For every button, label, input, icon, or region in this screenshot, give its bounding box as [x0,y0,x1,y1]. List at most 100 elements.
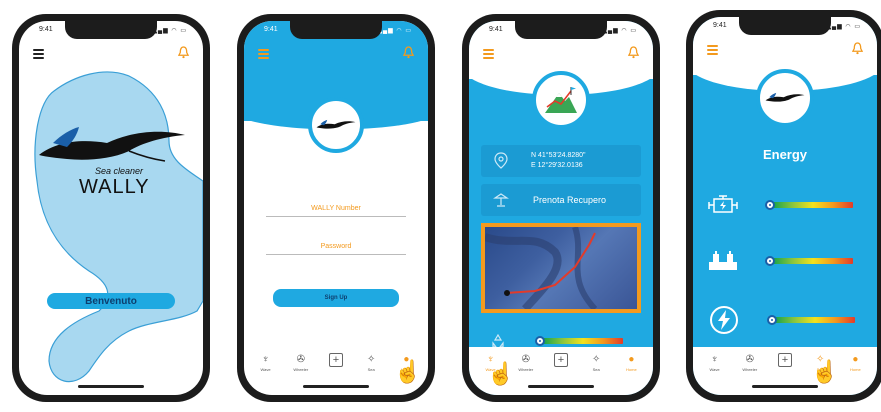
tab-wheeler[interactable]: ✇ Wheeler [512,353,540,373]
phone-welcome: 9:41 ▂▄▆ ◠ ▭ Sea cleaner WALLY Benvenuto [12,14,210,402]
brand-tagline: Sea cleaner [95,166,144,176]
welcome-screen: 9:41 ▂▄▆ ◠ ▭ Sea cleaner WALLY Benvenuto [19,21,203,395]
phone-login: 9:41 ▂▄▆ ◠ ▭ WALLY Number Password Sign … [237,14,435,402]
bell-icon[interactable] [178,46,189,59]
mountain-badge [532,71,590,129]
map-route [485,227,598,309]
engine-energy-row[interactable] [693,193,877,217]
bell-icon[interactable] [852,42,863,55]
home-icon: ● [628,353,635,365]
level-gradient-bar [773,258,853,264]
phone-position: 9:41 ▂▄▆ ◠ ▭ N 41°53'24.8280" E 12°29'32… [462,14,660,402]
route-map[interactable] [481,223,641,313]
tab-label: Wave [260,367,271,372]
status-icons: ▂▄▆ ◠ ▭ [826,24,861,30]
tab-label: Wheeler [518,367,534,372]
wheel-icon: ✇ [521,353,530,365]
menu-icon[interactable] [33,49,44,59]
phone-energy: 9:41 ▂▄▆ ◠ ▭ Energy ♆ Wave ✇ Wheeler + ✧… [686,10,881,402]
logo-badge [308,97,364,153]
wave-icon: ♆ [710,353,719,365]
home-indicator [528,385,594,388]
level-gradient-bar [543,338,623,344]
brand-name: WALLY [79,176,150,198]
recovery-slider[interactable] [469,334,653,348]
compass-icon: ✧ [366,353,376,365]
beach-icon [493,193,509,207]
level-gradient-bar [773,202,853,208]
status-time: 9:41 [489,26,503,33]
plus-icon: + [553,353,568,367]
recycle-icon [492,334,504,348]
coords-latitude: N 41°53'24.8280" [531,152,586,159]
home-icon: ● [852,353,859,365]
tab-wheeler[interactable]: ✇ Wheeler [287,353,315,373]
tab-home[interactable]: ● Home [617,353,645,373]
tab-label: Home [626,367,637,372]
tab-label: Home [850,367,861,372]
wheel-icon: ✇ [296,353,305,365]
location-pin-icon [494,152,508,169]
slider-knob[interactable] [765,200,775,210]
slider-knob[interactable] [767,315,777,325]
tab-label: Wheeler [742,367,758,372]
menu-icon[interactable] [258,49,269,59]
status-icons: ▂▄▆ ◠ ▭ [152,28,187,34]
status-time: 9:41 [713,22,727,29]
lightning-icon [710,306,738,334]
position-screen: 9:41 ▂▄▆ ◠ ▭ N 41°53'24.8280" E 12°29'32… [469,21,653,395]
tab-sea[interactable]: ✧ Sea [582,353,610,373]
notch [739,17,831,35]
tab-wheeler[interactable]: ✇ Wheeler [736,353,764,373]
tab-bar: ♆ Wave ✇ Wheeler + ✧ Sea ● Home [697,353,873,383]
logo-badge [756,69,814,127]
tab-label: Sea [592,367,600,372]
tab-home[interactable]: ● Home [841,353,869,373]
tab-wave[interactable]: ♆ Wave [701,353,729,373]
tab-add[interactable]: + [547,353,575,367]
manta-logo-icon [316,119,356,129]
tab-add[interactable]: + [322,353,350,367]
energy-title: Energy [762,147,808,162]
blob-background [34,71,203,383]
slider-knob[interactable] [535,336,545,346]
status-icons: ▂▄▆ ◠ ▭ [377,28,412,34]
level-gradient-bar [775,317,855,323]
bell-icon[interactable] [403,46,414,59]
home-indicator [752,385,818,388]
slider-knob[interactable] [765,256,775,266]
password-field[interactable]: Password [266,243,406,255]
login-screen: 9:41 ▂▄▆ ◠ ▭ WALLY Number Password Sign … [244,21,428,395]
book-recovery-row[interactable]: Prenota Recupero [481,184,641,216]
book-recovery-label: Prenota Recupero [533,195,607,205]
manta-logo-icon [765,92,805,102]
wave-icon: ♆ [261,353,270,365]
status-icons: ▂▄▆ ◠ ▭ [602,28,637,34]
notch [65,21,157,39]
tap-hand-icon: ☝ [487,361,515,386]
power-energy-row[interactable] [693,305,877,335]
energy-screen: 9:41 ▂▄▆ ◠ ▭ Energy ♆ Wave ✇ Wheeler + ✧… [693,17,877,395]
notch [290,21,382,39]
signup-button[interactable]: Sign Up [273,289,399,307]
engine-icon [708,195,738,213]
tab-sea[interactable]: ✧ Sea [357,353,385,373]
plus-icon: + [777,353,792,367]
tap-hand-icon: ☝ [811,359,839,384]
notch [515,21,607,39]
batteries-energy-row[interactable] [693,249,877,273]
home-indicator [78,385,144,388]
tab-wave[interactable]: ♆ Wave [252,353,280,373]
wally-number-field[interactable]: WALLY Number [266,205,406,217]
bell-icon[interactable] [628,46,639,59]
coordinates-row: N 41°53'24.8280" E 12°29'32.0136 [481,145,641,177]
tab-add[interactable]: + [771,353,799,367]
tab-label: Wave [709,367,720,372]
status-time: 9:41 [264,26,278,33]
status-time: 9:41 [39,26,53,33]
menu-icon[interactable] [483,49,494,59]
menu-icon[interactable] [707,45,718,55]
tap-hand-icon: ☝ [394,359,422,384]
welcome-button[interactable]: Benvenuto [47,293,175,309]
wheel-icon: ✇ [745,353,754,365]
